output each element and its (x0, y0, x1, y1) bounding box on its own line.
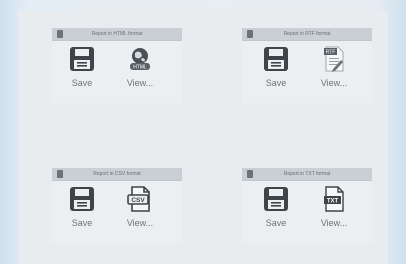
save-label: Save (71, 218, 93, 228)
view-html-button[interactable]: HTML View... (120, 46, 160, 88)
card-rtf-report: Report in RTF format Save RTF View... (242, 28, 372, 103)
card-header: Report in CSV format (52, 168, 182, 181)
card-csv-report: Report in CSV format Save CSV View... (52, 168, 182, 243)
card-txt-report: Report in TXT format Save TXT View... (242, 168, 372, 243)
card-title: Report in RTF format (283, 31, 331, 37)
save-txt-button[interactable]: Save (256, 186, 296, 228)
view-label: View... (126, 78, 154, 88)
save-label: Save (71, 78, 93, 88)
view-csv-button[interactable]: CSV View... (120, 186, 160, 228)
floppy-disk-icon (264, 47, 288, 71)
save-label: Save (265, 78, 287, 88)
view-label: View... (320, 218, 348, 228)
card-html-report: Report in HTML format Save HTML View... (52, 28, 182, 103)
card-header: Report in TXT format (242, 168, 372, 181)
card-header: Report in RTF format (242, 28, 372, 41)
floppy-disk-icon (70, 187, 94, 211)
save-html-button[interactable]: Save (62, 46, 102, 88)
html-globe-icon: HTML (130, 48, 150, 71)
card-header: Report in HTML format (52, 28, 182, 41)
card-title: Report in HTML format (91, 31, 143, 37)
rtf-document-icon: RTF (324, 46, 344, 72)
save-label: Save (265, 218, 287, 228)
txt-icon-text: TXT (327, 198, 339, 204)
view-label: View... (320, 78, 348, 88)
card-title: Report in CSV format (93, 171, 141, 177)
floppy-disk-icon (264, 187, 288, 211)
view-label: View... (126, 218, 154, 228)
floppy-disk-icon (70, 47, 94, 71)
reports-panel: Report in HTML format Save HTML View... (18, 10, 388, 264)
html-icon-text: HTML (133, 65, 147, 71)
view-txt-button[interactable]: TXT View... (314, 186, 354, 228)
save-csv-button[interactable]: Save (62, 186, 102, 228)
txt-file-icon: TXT (324, 186, 344, 212)
card-title: Report in TXT format (283, 171, 331, 177)
csv-icon-text: CSV (131, 197, 145, 204)
csv-file-icon: CSV (127, 186, 150, 212)
view-rtf-button[interactable]: RTF View... (314, 46, 354, 88)
rtf-icon-text: RTF (326, 50, 336, 56)
save-rtf-button[interactable]: Save (256, 46, 296, 88)
